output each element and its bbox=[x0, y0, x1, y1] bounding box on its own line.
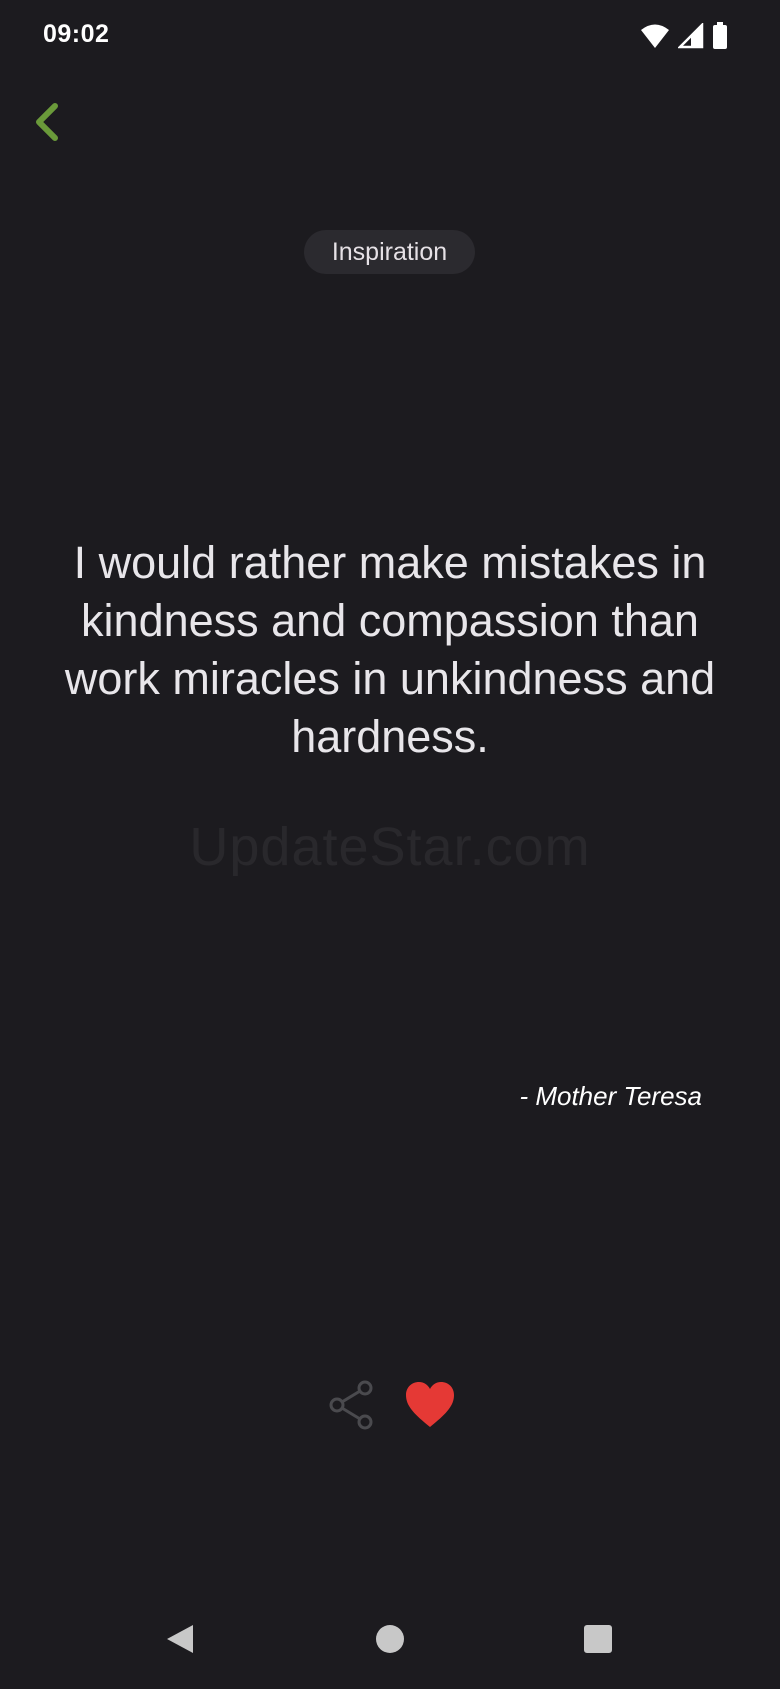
system-nav-bar bbox=[0, 1593, 780, 1689]
quote-text: I would rather make mistakes in kindness… bbox=[64, 537, 716, 762]
nav-home-button[interactable] bbox=[368, 1619, 412, 1663]
battery-icon bbox=[712, 22, 728, 50]
watermark: UpdateStar.com bbox=[189, 817, 591, 877]
wifi-icon bbox=[640, 23, 670, 49]
nav-recents-icon bbox=[583, 1624, 613, 1659]
status-time: 09:02 bbox=[43, 20, 110, 48]
quote-detail-screen: 09:02 Inspiration I would rather make mi… bbox=[0, 0, 780, 1689]
heart-icon bbox=[404, 1381, 456, 1434]
share-button[interactable] bbox=[326, 1380, 376, 1434]
quote-actions bbox=[0, 1380, 780, 1436]
cell-signal-icon bbox=[678, 23, 704, 49]
share-icon bbox=[327, 1379, 375, 1436]
category-chip[interactable]: Inspiration bbox=[304, 230, 475, 274]
quote-author: - Mother Teresa bbox=[519, 1081, 702, 1111]
chevron-left-icon bbox=[31, 102, 61, 147]
nav-home-icon bbox=[375, 1624, 405, 1659]
nav-recents-button[interactable] bbox=[576, 1619, 620, 1663]
favorite-button[interactable] bbox=[403, 1380, 457, 1434]
nav-back-button[interactable] bbox=[158, 1619, 202, 1663]
nav-back-icon bbox=[165, 1623, 195, 1660]
status-icons bbox=[640, 22, 728, 50]
status-bar: 09:02 bbox=[0, 0, 780, 72]
back-button[interactable] bbox=[22, 96, 70, 152]
